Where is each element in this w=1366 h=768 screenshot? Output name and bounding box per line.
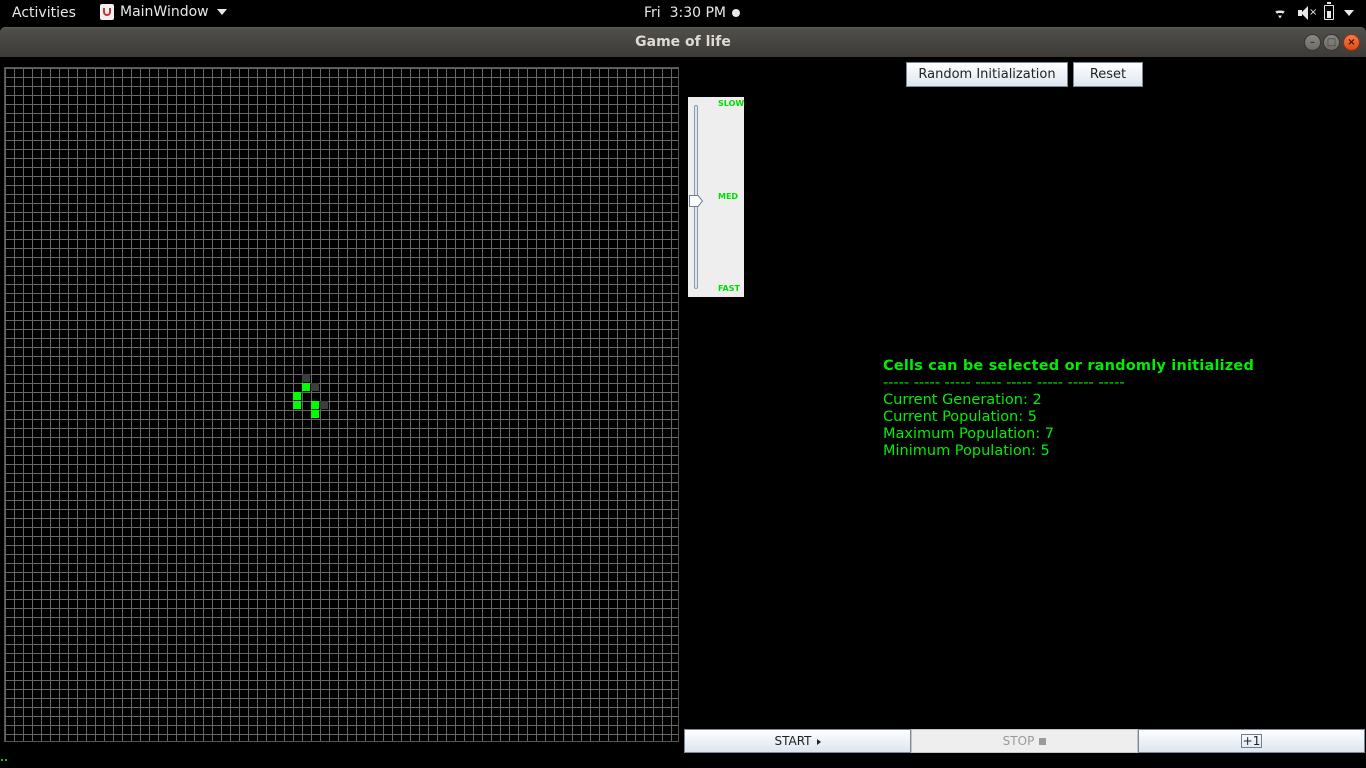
window-title: Game of life bbox=[635, 34, 731, 50]
minimize-button[interactable]: – bbox=[1304, 34, 1321, 51]
reset-button[interactable]: Reset bbox=[1073, 62, 1143, 87]
dead-cell-trail[interactable] bbox=[320, 401, 328, 409]
app-menu-label: MainWindow bbox=[120, 4, 209, 20]
cell-grid[interactable] bbox=[4, 67, 679, 742]
med-label: MED bbox=[718, 192, 739, 201]
stop-icon bbox=[1039, 738, 1047, 745]
activities-button[interactable]: Activities bbox=[12, 5, 76, 21]
alive-cell[interactable] bbox=[293, 401, 301, 409]
wifi-icon[interactable] bbox=[1272, 7, 1288, 19]
stop-button[interactable]: STOP bbox=[911, 729, 1138, 753]
volume-muted-icon[interactable]: × bbox=[1298, 5, 1317, 20]
random-initialization-button[interactable]: Random Initialization bbox=[906, 62, 1068, 87]
current-generation: Current Generation: 2 bbox=[883, 392, 1042, 408]
close-button[interactable]: × bbox=[1343, 34, 1360, 51]
alive-cell[interactable] bbox=[311, 401, 319, 409]
fast-label: FAST bbox=[718, 284, 740, 293]
window-titlebar[interactable]: Game of life – □ × bbox=[0, 27, 1366, 57]
step-button[interactable]: +1 bbox=[1138, 729, 1365, 753]
stop-label: STOP bbox=[1002, 734, 1035, 748]
chevron-down-icon bbox=[216, 9, 227, 15]
dead-cell-trail[interactable] bbox=[302, 374, 310, 382]
speed-slider[interactable]: SLOW MED FAST bbox=[688, 97, 744, 297]
alive-cell[interactable] bbox=[302, 383, 310, 391]
clock-label: Fri 3:30 PM bbox=[644, 5, 726, 21]
start-button[interactable]: START bbox=[684, 729, 911, 753]
slow-label: SLOW bbox=[718, 99, 745, 108]
java-app-icon bbox=[100, 4, 114, 20]
alive-cell[interactable] bbox=[293, 392, 301, 400]
info-separator: ----- ----- ----- ----- ----- ----- ----… bbox=[883, 375, 1125, 391]
system-tray[interactable]: × bbox=[1272, 2, 1354, 20]
dead-cell-trail[interactable] bbox=[311, 383, 319, 391]
app-menu[interactable]: MainWindow bbox=[100, 4, 227, 20]
maximum-population: Maximum Population: 7 bbox=[883, 426, 1054, 442]
start-label: START bbox=[774, 734, 812, 748]
minimum-population: Minimum Population: 5 bbox=[883, 443, 1050, 459]
info-heading: Cells can be selected or randomly initia… bbox=[883, 358, 1255, 374]
slider-thumb[interactable] bbox=[689, 195, 703, 207]
maximize-button[interactable]: □ bbox=[1323, 34, 1340, 51]
corner-indicator bbox=[1, 759, 7, 763]
battery-icon[interactable] bbox=[1324, 2, 1334, 20]
info-panel: Cells can be selected or randomly initia… bbox=[883, 358, 1254, 460]
play-icon bbox=[816, 738, 821, 745]
top-panel: Activities MainWindow Fri 3:30 PM × bbox=[0, 0, 1366, 27]
notification-dot-icon bbox=[732, 9, 740, 17]
current-population: Current Population: 5 bbox=[883, 409, 1037, 425]
power-menu-icon[interactable] bbox=[1344, 9, 1354, 16]
step-label: +1 bbox=[1240, 734, 1263, 748]
alive-cell[interactable] bbox=[311, 410, 319, 418]
clock[interactable]: Fri 3:30 PM bbox=[644, 5, 740, 21]
